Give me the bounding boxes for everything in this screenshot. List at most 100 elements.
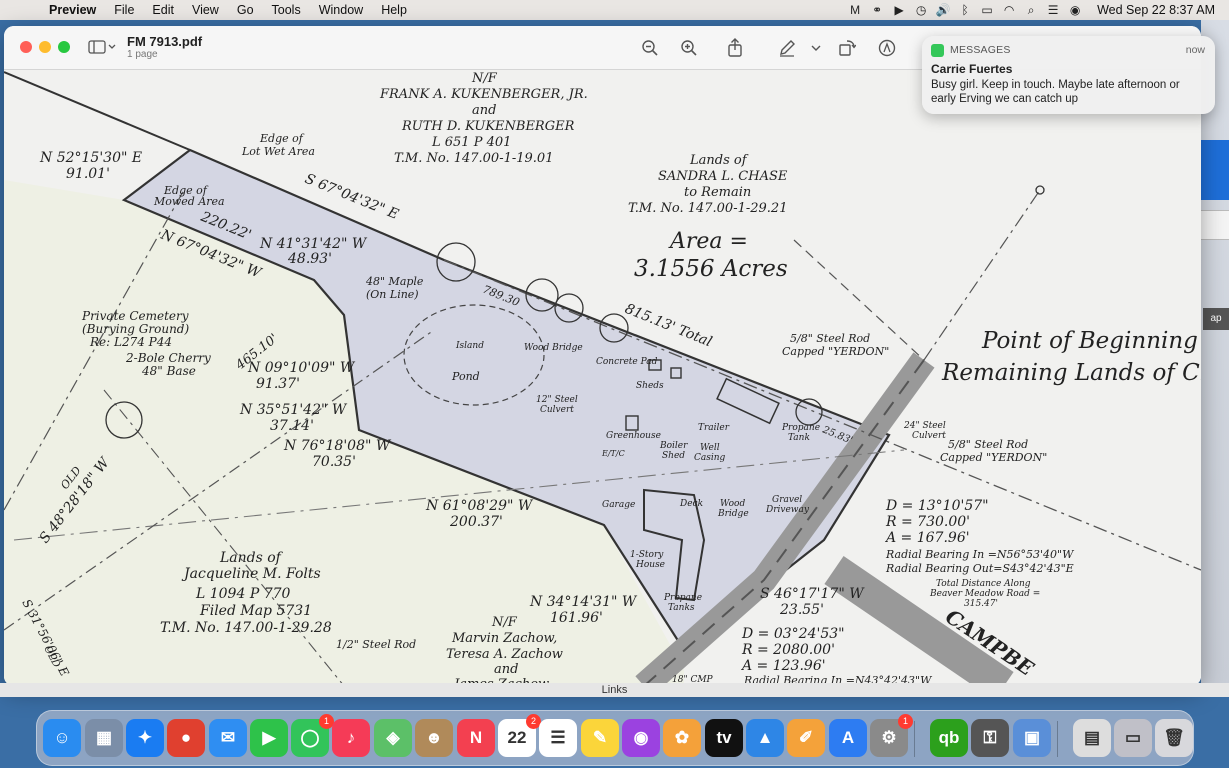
zoom-out-icon <box>642 40 658 56</box>
siri-icon[interactable]: ◉ <box>1065 3 1085 17</box>
map-label: 5/8" Steel Rod <box>948 438 1028 451</box>
map-label: 91.37' <box>256 376 300 392</box>
rotate-icon <box>839 40 856 56</box>
dock-item-maps[interactable]: ◈ <box>374 719 412 757</box>
map-label: Lot Wet Area <box>241 145 315 158</box>
battery-icon[interactable]: ▭ <box>977 3 997 17</box>
dock-item-keynote[interactable]: ▲ <box>746 719 784 757</box>
map-label: Shed <box>662 451 685 461</box>
dock-item-trash[interactable]: 🗑 <box>1155 719 1193 757</box>
map-label: 315.47' <box>964 599 998 609</box>
sidebar-toggle-button[interactable] <box>88 38 118 56</box>
markup-pen-button[interactable] <box>776 37 798 59</box>
dock-item-photos[interactable]: ✿ <box>663 719 701 757</box>
dock-item-news[interactable]: N <box>457 719 495 757</box>
dock-item-messages[interactable]: ◯ 1 <box>291 714 334 757</box>
dock-item-app-store[interactable]: A <box>829 719 867 757</box>
pdf-document-view[interactable]: N/F FRANK A. KUKENBERGER, JR. and RUTH D… <box>4 70 1201 686</box>
map-label: L 651 P 401 <box>431 135 511 150</box>
map-label: R = 2080.00' <box>741 642 835 658</box>
menu-file[interactable]: File <box>105 3 143 17</box>
dock-item-chrome[interactable]: ● <box>167 719 205 757</box>
markup-toolbar-button[interactable] <box>876 37 898 59</box>
map-label: N 76°18'08" W <box>283 438 392 454</box>
map-label: N 09°10'09" W <box>247 360 356 376</box>
photos-icon: ✿ <box>674 728 690 747</box>
dock-item-keychain[interactable]: ⚿ <box>971 719 1009 757</box>
dock-item-mail[interactable]: ✉ <box>209 719 247 757</box>
menu-app-name[interactable]: Preview <box>40 3 105 17</box>
markup-icon <box>878 39 896 57</box>
map-label: Re: L274 P44 <box>89 335 172 349</box>
messages-notification[interactable]: MESSAGES now Carrie Fuertes Busy girl. K… <box>922 36 1215 114</box>
control-center-icon[interactable]: ☰ <box>1043 3 1063 17</box>
share-icon <box>728 38 742 57</box>
share-button[interactable] <box>724 37 746 59</box>
sidebar-icon <box>88 40 116 54</box>
dock-item-preview[interactable]: ▣ <box>1013 719 1051 757</box>
preview-icon: ▣ <box>1023 728 1041 747</box>
dock-item-calendar[interactable]: 22 2 <box>498 714 541 757</box>
dock-item-documents[interactable]: ▤ <box>1073 719 1111 757</box>
messages-icon: ◯ <box>300 728 320 747</box>
close-window-button[interactable] <box>20 41 32 53</box>
menu-help[interactable]: Help <box>372 3 416 17</box>
links-bar[interactable]: Links <box>0 683 1229 697</box>
keynote-icon: ▲ <box>756 728 774 747</box>
dock-item-reminders[interactable]: ☰ <box>539 719 577 757</box>
gmail-status-icon[interactable]: M <box>845 3 865 17</box>
markup-dropdown-button[interactable] <box>809 37 823 59</box>
map-label: 70.35' <box>312 454 356 470</box>
dock-item-facetime[interactable]: ▶ <box>250 719 288 757</box>
notes-icon: ✎ <box>592 728 608 747</box>
dock-item-safari[interactable]: ✦ <box>126 719 164 757</box>
spotlight-search-icon[interactable]: ⌕ <box>1021 3 1041 17</box>
dock-item-notes[interactable]: ✎ <box>581 719 619 757</box>
time-machine-icon[interactable]: ◷ <box>911 3 931 17</box>
dock: ☺ ▦ ✦ ● ✉ ▶ ◯ 1 ♪ ◈ ☻ N 22 2 ☰ ✎ ◉ ✿ tv ▲ ✐ A ⚙ 1 qb ⚿ ▣ ▤ ▭ 🗑 <box>36 710 1194 766</box>
notification-sender: Carrie Fuertes <box>931 62 1013 76</box>
dock-item-music[interactable]: ♪ <box>332 719 370 757</box>
dock-item-finder[interactable]: ☺ <box>43 719 81 757</box>
dock-item-tv[interactable]: tv <box>705 719 743 757</box>
map-label: L 1094 P 770 <box>195 586 291 602</box>
map-label: (Burying Ground) <box>82 322 189 336</box>
rotate-button[interactable] <box>836 37 858 59</box>
zoom-in-button[interactable] <box>678 37 700 59</box>
zoom-out-button[interactable] <box>639 37 661 59</box>
menu-clock[interactable]: Wed Sep 22 8:37 AM <box>1087 3 1215 17</box>
dock-item-contacts[interactable]: ☻ <box>415 719 453 757</box>
map-label: Remaining Lands of Cha <box>941 360 1201 386</box>
pages-icon: ✐ <box>798 728 814 747</box>
bluetooth-icon[interactable]: ᛒ <box>955 3 975 17</box>
menu-view[interactable]: View <box>183 3 228 17</box>
media-play-icon[interactable]: ▶ <box>889 3 909 17</box>
volume-icon[interactable]: 🔊 <box>933 3 953 17</box>
wifi-icon[interactable]: ◠ <box>999 3 1019 17</box>
map-label: N/F <box>471 71 498 86</box>
map-label: Well <box>700 443 720 453</box>
map-label: Tanks <box>668 603 695 613</box>
menu-go[interactable]: Go <box>228 3 263 17</box>
map-label: and <box>472 103 496 118</box>
network-status-icon[interactable]: ⚭ <box>867 3 887 17</box>
menu-tools[interactable]: Tools <box>263 3 310 17</box>
dock-item-system-preferences[interactable]: ⚙ 1 <box>870 714 913 757</box>
minimize-window-button[interactable] <box>39 41 51 53</box>
dock-item-launchpad[interactable]: ▦ <box>85 719 123 757</box>
map-label: 161.96' <box>550 610 603 626</box>
menu-window[interactable]: Window <box>310 3 372 17</box>
dock-item-pages[interactable]: ✐ <box>787 719 825 757</box>
fullscreen-window-button[interactable] <box>58 41 70 53</box>
map-label: 48" Maple <box>365 275 424 288</box>
map-label: S 46°17'17" W <box>760 586 865 602</box>
dock-item-quickbooks[interactable]: qb <box>930 719 968 757</box>
dock-item-downloads[interactable]: ▭ <box>1114 719 1152 757</box>
dock-separator <box>914 721 915 757</box>
map-label: Mowed Area <box>153 195 225 208</box>
quickbooks-icon: qb <box>938 728 960 747</box>
dock-item-podcasts[interactable]: ◉ <box>622 719 660 757</box>
map-label: Culvert <box>540 405 574 415</box>
map-label: 2-Bole Cherry <box>125 351 211 365</box>
menu-edit[interactable]: Edit <box>143 3 183 17</box>
